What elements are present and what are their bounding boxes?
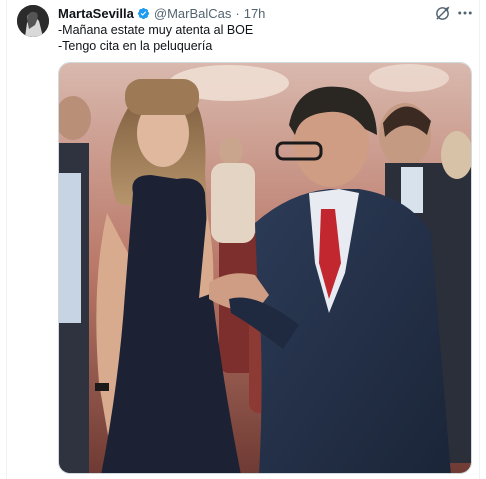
grok-icon[interactable]	[434, 5, 451, 22]
more-options-icon[interactable]	[456, 4, 474, 22]
verified-badge-icon	[137, 7, 149, 19]
separator-dot: ·	[235, 5, 240, 21]
tweet-text-line: -Mañana estate muy atenta al BOE	[58, 23, 254, 37]
author-name[interactable]: MartaSevilla	[58, 6, 134, 21]
author-handle[interactable]: @MarBalCas	[154, 6, 232, 21]
tweet-photo[interactable]	[58, 62, 472, 474]
tweet-text: -Mañana estate muy atenta al BOE -Tengo …	[58, 22, 253, 54]
tweet-header: MartaSevilla @MarBalCas · 17h	[58, 4, 265, 22]
tweet-text-line: -Tengo cita en la peluquería	[58, 39, 213, 53]
timestamp[interactable]: 17h	[244, 6, 266, 21]
avatar[interactable]	[17, 5, 49, 37]
photo-image	[59, 63, 471, 473]
